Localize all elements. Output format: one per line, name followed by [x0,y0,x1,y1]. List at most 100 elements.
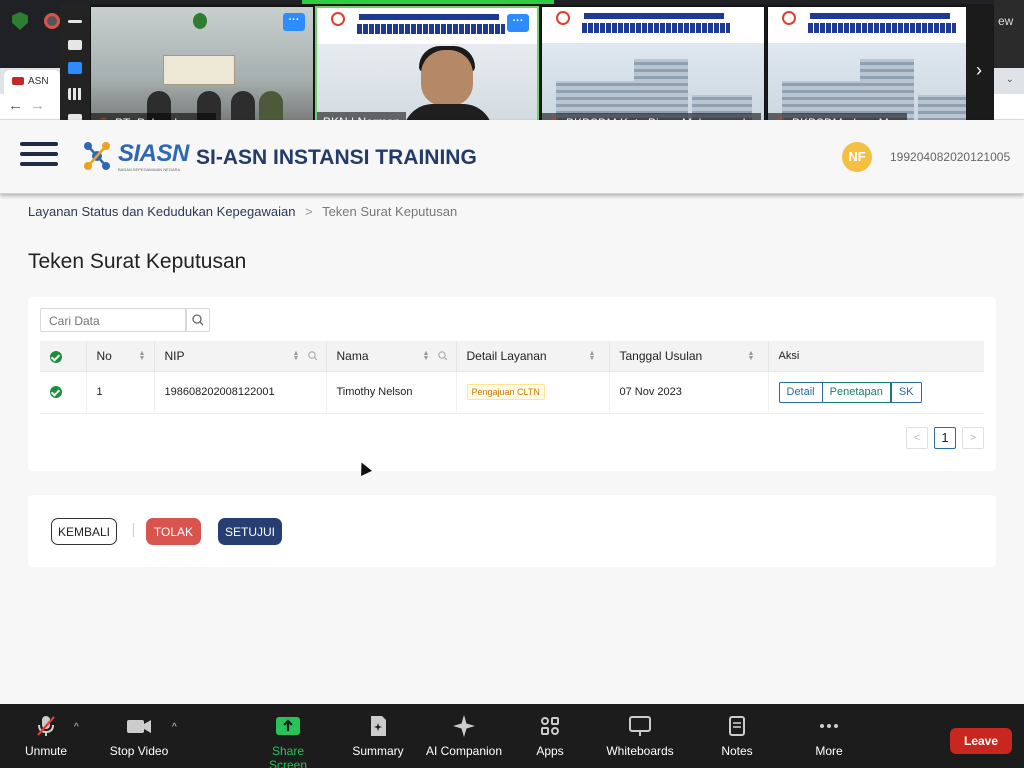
column-header-aksi: Aksi [768,341,984,372]
pagination: < 1 > [906,427,984,449]
back-arrow-icon[interactable]: ← [8,97,23,114]
mic-off-icon [37,716,55,736]
tile-more-button[interactable]: ··· [283,13,305,31]
apps-label: Apps [536,744,564,758]
share-screen-icon [276,717,300,735]
unmute-button[interactable]: Unmute [22,714,70,764]
penetapan-button[interactable]: Penetapan [822,381,891,403]
notes-button[interactable]: Notes [718,714,756,764]
column-header-tanggal-usulan[interactable]: Tanggal Usulan ▲ ▼ [609,341,769,372]
single-view-icon[interactable] [68,40,82,50]
speaker-face [421,50,473,106]
unmute-label: Unmute [24,744,68,758]
sk-button[interactable]: SK [890,381,922,403]
video-options-chevron-icon[interactable]: ^ [172,722,177,733]
record-icon[interactable] [44,13,60,29]
search-filter-icon[interactable] [437,350,449,362]
share-screen-button[interactable]: Share Screen [252,714,324,768]
siasn-logo[interactable]: SIASN BADAN KEPEGAWAIAN NEGARA [78,136,190,176]
more-button[interactable]: More [810,714,848,764]
tile-more-button[interactable]: ··· [507,14,529,32]
sort-icon[interactable]: ▲ ▼ [293,350,300,362]
pagination-next-button[interactable]: > [962,427,984,449]
check-circle-icon[interactable] [50,350,62,363]
siasn-logo-mark-icon [84,142,110,170]
search-input[interactable] [49,314,177,328]
video-tile[interactable]: 🎙PT_Palangkaraya ··· [90,6,314,134]
event-banner [542,7,764,43]
event-banner [317,8,537,44]
breadcrumb-current: Teken Surat Keputusan [322,204,458,219]
stop-video-label: Stop Video [109,744,169,758]
select-all-header[interactable] [40,341,87,372]
detail-button[interactable]: Detail [778,381,823,403]
data-table-card: No ▲▼ NIP ▲▼ Nama ▲▼ Detail Layanan ▲▼ [28,297,996,471]
shield-icon[interactable] [12,12,28,30]
ai-companion-label: AI Companion [425,744,503,758]
apps-icon [541,717,559,735]
logo-wordmark: SIASN [118,140,189,167]
cell-aksi: Detail Penetapan SK [768,371,984,414]
summary-button[interactable]: Summary [350,714,406,764]
strip-view-icon[interactable] [68,62,82,74]
sort-icon[interactable]: ▲ ▼ [589,350,596,362]
summary-icon [371,716,386,736]
back-button[interactable]: KEMBALI [51,518,117,545]
gallery-view-icon[interactable] [68,88,82,100]
notes-label: Notes [721,744,753,758]
video-tile[interactable]: 🎙BKPSDM_dayu Mas [767,6,967,134]
leave-button[interactable]: Leave [950,728,1012,754]
zoom-strip-side-controls [60,4,90,134]
row-check-cell[interactable] [40,371,87,414]
search-field[interactable] [40,308,186,332]
breadcrumb-separator: > [305,204,313,219]
hamburger-menu-icon[interactable] [20,142,58,170]
share-screen-label: Share Screen [268,744,308,768]
cell-nip: 198608202008122001 [154,371,327,414]
video-tile-active-speaker[interactable]: BKN | Norman ··· [315,6,539,134]
breadcrumb: Layanan Status dan Kedudukan Kepegawaian… [28,204,457,219]
pagination-prev-button[interactable]: < [906,427,928,449]
sort-icon[interactable]: ▲ ▼ [423,350,430,362]
summary-label: Summary [352,744,404,758]
search-filter-icon[interactable] [307,350,319,362]
ai-companion-button[interactable]: AI Companion [424,714,504,764]
bkn-logo-icon [327,12,349,38]
strip-next-arrow-icon[interactable]: › [966,6,992,134]
page-title: Teken Surat Keputusan [28,250,247,273]
column-header-nama[interactable]: Nama ▲ ▼ [326,341,457,372]
stop-video-button[interactable]: Stop Video [104,714,174,764]
approve-button[interactable]: SETUJUI [218,518,282,545]
column-header-no[interactable]: No ▲ ▼ [86,341,155,372]
breadcrumb-parent-link[interactable]: Layanan Status dan Kedudukan Kepegawaian [28,204,295,219]
table-row[interactable]: 1 198608202008122001 Timothy Nelson Peng… [40,371,984,414]
app-title: SI-ASN INSTANSI TRAINING [196,146,477,169]
user-id[interactable]: 199204082020121005 [890,150,1010,164]
video-camera-icon [127,720,151,733]
sort-icon[interactable]: ▲ ▼ [748,350,755,362]
whiteboards-button[interactable]: Whiteboards [604,714,676,764]
column-header-nip[interactable]: NIP ▲ ▼ [154,341,327,372]
user-avatar[interactable]: NF [842,142,872,172]
reject-button[interactable]: TOLAK [146,518,201,545]
whiteboard-icon [629,716,651,736]
zoom-video-strip: 🎙PT_Palangkaraya ··· BKN | Norman ··· 🎙B… [60,4,994,134]
minimize-icon[interactable] [68,20,82,23]
pagination-page-current[interactable]: 1 [934,427,956,449]
bkn-logo-icon [778,11,800,37]
tab-list-chevron-icon[interactable]: ⌄ [1006,74,1014,85]
cell-nama: Timothy Nelson [326,371,457,414]
browser-tab-label: ASN [28,76,49,87]
search-button[interactable] [186,308,210,332]
notes-icon [729,716,745,736]
browser-tab[interactable]: ASN [4,70,60,94]
video-tile[interactable]: 🎙BKPSDM Kota Bima_Muhammad... [541,6,765,134]
apps-button[interactable]: Apps [532,714,568,764]
more-dots-icon [820,724,838,728]
column-header-detail-layanan[interactable]: Detail Layanan ▲ ▼ [456,341,610,372]
audio-options-chevron-icon[interactable]: ^ [74,722,79,733]
forward-arrow-icon[interactable]: → [30,97,45,114]
check-circle-icon[interactable] [50,386,62,399]
sort-icon[interactable]: ▲ ▼ [139,350,146,362]
zoom-meeting-toolbar: Unmute ^ Stop Video ^ Share Screen Summa… [0,704,1024,768]
